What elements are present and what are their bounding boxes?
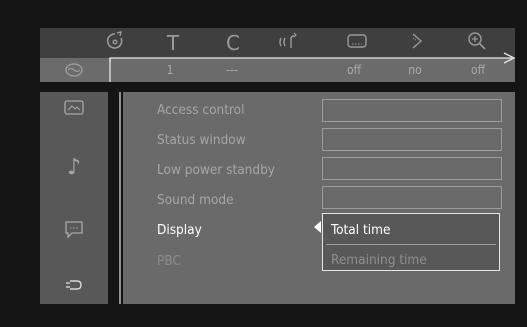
dvd-osd-screen: T C 1 --- off no off ♪ Access control St… [0, 0, 527, 327]
menu-item-low-power-standby[interactable]: Low power standby [157, 159, 275, 181]
menu-item-status-window[interactable]: Status window [157, 129, 246, 151]
features-settings-icon[interactable] [54, 274, 94, 300]
popup-separator [326, 244, 496, 245]
menu-item-display[interactable]: Display [157, 219, 202, 241]
selection-pointer-icon [314, 221, 321, 233]
sound-mode-value-box[interactable] [322, 186, 502, 209]
language-settings-icon[interactable] [54, 218, 94, 244]
menu-item-access-control[interactable]: Access control [157, 99, 244, 121]
picture-settings-icon[interactable] [54, 97, 94, 123]
settings-sidebar [40, 92, 108, 304]
option-total-time[interactable]: Total time [331, 219, 390, 241]
menu-item-pbc[interactable]: PBC [157, 250, 181, 272]
access-control-value-box[interactable] [322, 99, 502, 122]
option-remaining-time[interactable]: Remaining time [331, 249, 427, 271]
sound-settings-icon[interactable]: ♪ [54, 155, 94, 181]
low-power-standby-value-box[interactable] [322, 157, 502, 180]
menu-item-sound-mode[interactable]: Sound mode [157, 189, 234, 211]
status-window-value-box[interactable] [322, 128, 502, 151]
